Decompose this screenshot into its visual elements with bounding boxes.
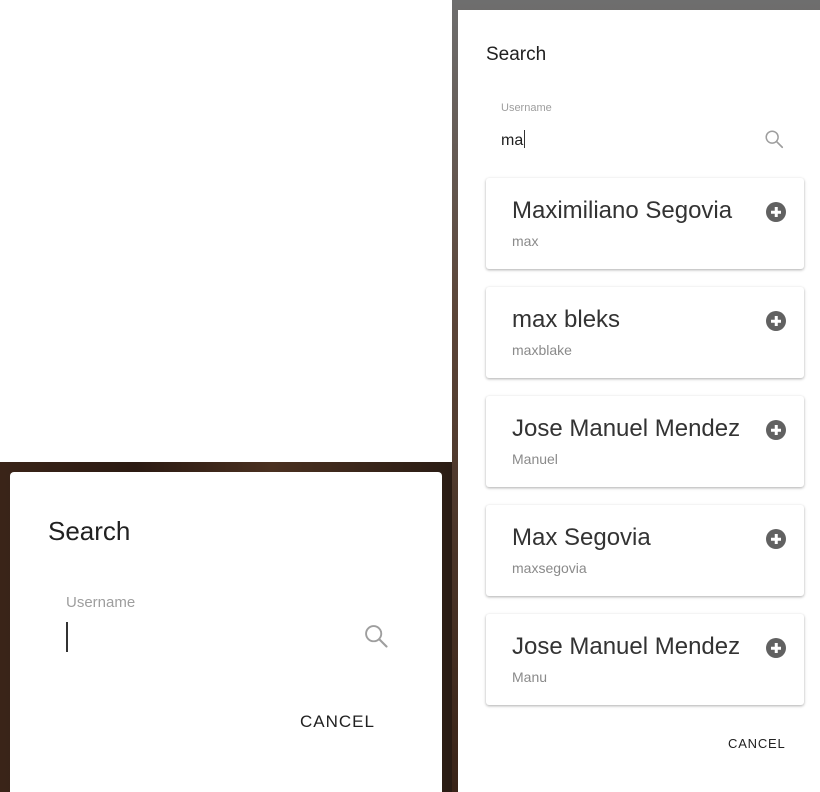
right-dialog-backdrop: Search Username ma Maximiliano Segovia m… — [452, 0, 820, 792]
cancel-button[interactable]: CANCEL — [300, 712, 375, 732]
add-circle-icon[interactable] — [766, 529, 786, 549]
username-field-label: Username — [66, 594, 136, 611]
result-username: max — [512, 233, 539, 249]
search-icon[interactable] — [763, 128, 785, 150]
result-username: Manuel — [512, 451, 558, 467]
result-username: maxblake — [512, 342, 572, 358]
search-dialog-results: Search Username ma Maximiliano Segovia m… — [458, 10, 820, 792]
result-card[interactable]: max bleks maxblake — [486, 287, 804, 378]
username-input-value: ma — [501, 132, 524, 149]
result-name: Maximiliano Segovia — [512, 197, 733, 224]
result-card[interactable]: Jose Manuel Mendez Manuel — [486, 396, 804, 487]
add-circle-icon[interactable] — [766, 202, 786, 222]
add-circle-icon[interactable] — [766, 311, 786, 331]
result-card[interactable]: Max Segovia maxsegovia — [486, 505, 804, 596]
search-dialog-empty: Search Username CANCEL — [10, 472, 442, 792]
result-username: Manu — [512, 669, 548, 685]
dialog-title: Search — [486, 44, 547, 65]
username-field-label: Username — [501, 102, 552, 114]
result-name: Max Segovia — [512, 524, 651, 551]
username-input[interactable] — [66, 622, 68, 652]
add-circle-icon[interactable] — [766, 420, 786, 440]
add-circle-icon[interactable] — [766, 638, 786, 658]
username-input[interactable]: ma — [501, 130, 526, 150]
result-username: maxsegovia — [512, 560, 587, 576]
result-name: Jose Manuel Mendez — [512, 633, 741, 660]
text-caret — [524, 130, 526, 148]
cancel-button[interactable]: CANCEL — [728, 736, 786, 751]
result-card[interactable]: Jose Manuel Mendez Manu — [486, 614, 804, 705]
results-list: Maximiliano Segovia max max bleks maxbla… — [486, 178, 804, 723]
search-icon[interactable] — [362, 622, 390, 650]
left-dialog-backdrop: Search Username CANCEL — [0, 462, 452, 792]
result-name: Jose Manuel Mendez — [512, 415, 741, 442]
result-name: max bleks — [512, 306, 621, 333]
result-card[interactable]: Maximiliano Segovia max — [486, 178, 804, 269]
dialog-title: Search — [48, 516, 131, 546]
